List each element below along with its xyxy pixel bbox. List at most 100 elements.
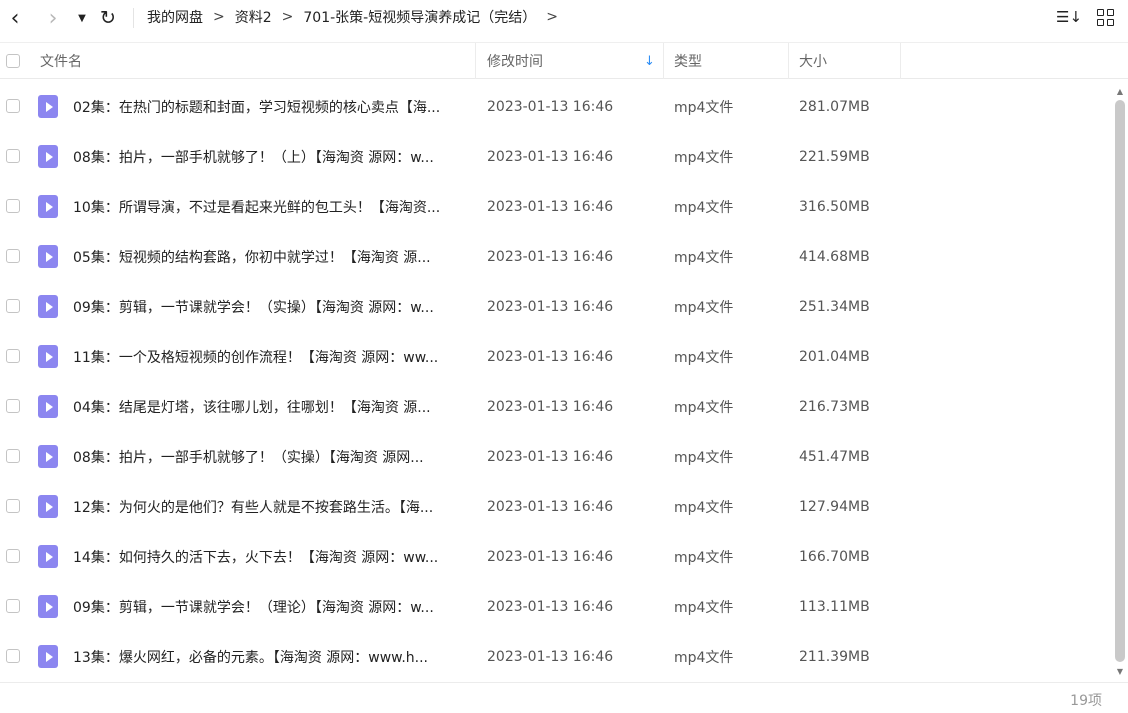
file-row[interactable]: 09集：剪辑，一节课就学会！（实操）【海淘资 源网：w... 2023-01-13… [0,282,1112,332]
file-name-text: 09集：剪辑，一节课就学会！（理论）【海淘资 源网：w... [73,600,434,616]
row-checkbox[interactable] [6,199,20,213]
video-file-icon [38,145,58,168]
file-name[interactable]: 04集：结尾是灯塔，该往哪儿划，往哪划！【海淘资 源... [73,382,468,432]
file-row[interactable]: 04集：结尾是灯塔，该往哪儿划，往哪划！【海淘资 源... 2023-01-13 … [0,382,1112,432]
breadcrumb-separator: > [546,9,558,25]
scroll-down-icon[interactable]: ▼ [1112,664,1128,678]
history-dropdown-icon[interactable]: ▼ [74,0,90,36]
file-modified-time: 2023-01-13 16:46 [487,399,614,415]
file-type: mp4文件 [674,400,734,416]
column-divider [900,43,901,79]
file-name-text: 02集：在热门的标题和封面，学习短视频的核心卖点【海... [73,100,441,116]
file-list: 02集：在热门的标题和封面，学习短视频的核心卖点【海... 2023-01-13 … [0,82,1112,682]
row-checkbox[interactable] [6,599,20,613]
file-type: mp4文件 [674,650,734,666]
file-name-text: 14集：如何持久的活下去，火下去！【海淘资 源网：ww... [73,550,439,566]
file-type: mp4文件 [674,100,734,116]
row-checkbox[interactable] [6,499,20,513]
file-row[interactable]: 13集：爆火网红，必备的元素。【海淘资 源网：www.h... 2023-01-1… [0,632,1112,682]
file-name-text: 08集：拍片，一部手机就够了！（实操）【海淘资 源网... [73,450,424,466]
row-checkbox[interactable] [6,399,20,413]
sort-icon[interactable]: ☰↓ [1056,6,1082,28]
file-row[interactable]: 08集：拍片，一部手机就够了！（上）【海淘资 源网：w... 2023-01-13… [0,132,1112,182]
column-name-header[interactable]: 文件名 [40,43,82,79]
column-type-header[interactable]: 类型 [674,43,702,79]
file-name[interactable]: 09集：剪辑，一节课就学会！（实操）【海淘资 源网：w... [73,282,468,332]
video-file-icon [38,395,58,418]
scrollbar-thumb[interactable] [1115,100,1125,662]
file-row[interactable]: 12集：为何火的是他们？有些人就是不按套路生活。【海... 2023-01-13 … [0,482,1112,532]
sort-desc-icon: ↓ [644,53,655,69]
file-modified-time: 2023-01-13 16:46 [487,549,614,565]
back-icon[interactable]: ‹ [4,0,26,36]
select-all-checkbox[interactable] [6,54,20,68]
file-name-text: 04集：结尾是灯塔，该往哪儿划，往哪划！【海淘资 源... [73,400,431,416]
breadcrumb: 我的网盘 > 资料2 > 701-张策-短视频导演养成记（完结） > [147,0,568,34]
file-name[interactable]: 09集：剪辑，一节课就学会！（理论）【海淘资 源网：w... [73,582,468,632]
row-checkbox[interactable] [6,299,20,313]
file-row[interactable]: 11集：一个及格短视频的创作流程！【海淘资 源网：ww... 2023-01-13… [0,332,1112,382]
row-checkbox[interactable] [6,649,20,663]
breadcrumb-item-current[interactable]: 701-张策-短视频导演养成记（完结） [303,7,536,27]
file-name-text: 11集：一个及格短视频的创作流程！【海淘资 源网：ww... [73,350,439,366]
file-modified-time: 2023-01-13 16:46 [487,149,614,165]
file-size: 316.50MB [799,199,870,215]
file-size: 113.11MB [799,599,870,615]
forward-icon[interactable]: › [42,0,64,36]
file-name[interactable]: 08集：拍片，一部手机就够了！（实操）【海淘资 源网... [73,432,468,482]
row-checkbox[interactable] [6,549,20,563]
file-name[interactable]: 05集：短视频的结构套路，你初中就学过！【海淘资 源... [73,232,468,282]
file-name[interactable]: 12集：为何火的是他们？有些人就是不按套路生活。【海... [73,482,468,532]
file-size: 451.47MB [799,449,870,465]
file-name[interactable]: 11集：一个及格短视频的创作流程！【海淘资 源网：ww... [73,332,468,382]
grid-view-icon[interactable] [1092,6,1118,28]
column-modified-header[interactable]: 修改时间 [487,43,543,79]
video-file-icon [38,245,58,268]
column-header: 文件名 修改时间 ↓ 类型 大小 [0,42,1128,79]
file-row[interactable]: 08集：拍片，一部手机就够了！（实操）【海淘资 源网... 2023-01-13 … [0,432,1112,482]
file-name[interactable]: 02集：在热门的标题和封面，学习短视频的核心卖点【海... [73,82,468,132]
file-type: mp4文件 [674,200,734,216]
file-type: mp4文件 [674,500,734,516]
row-checkbox[interactable] [6,449,20,463]
scroll-up-icon[interactable]: ▲ [1112,84,1128,98]
file-name[interactable]: 10集：所谓导演，不过是看起来光鲜的包工头！【海淘资... [73,182,468,232]
file-modified-time: 2023-01-13 16:46 [487,649,614,665]
file-size: 414.68MB [799,249,870,265]
file-row[interactable]: 02集：在热门的标题和封面，学习短视频的核心卖点【海... 2023-01-13 … [0,82,1112,132]
row-checkbox[interactable] [6,149,20,163]
file-size: 251.34MB [799,299,870,315]
file-name-text: 05集：短视频的结构套路，你初中就学过！【海淘资 源... [73,250,431,266]
footer-divider [0,682,1128,683]
file-type: mp4文件 [674,600,734,616]
file-row[interactable]: 14集：如何持久的活下去，火下去！【海淘资 源网：ww... 2023-01-13… [0,532,1112,582]
file-row[interactable]: 10集：所谓导演，不过是看起来光鲜的包工头！【海淘资... 2023-01-13 … [0,182,1112,232]
row-checkbox[interactable] [6,249,20,263]
file-name[interactable]: 08集：拍片，一部手机就够了！（上）【海淘资 源网：w... [73,132,468,182]
video-file-icon [38,345,58,368]
vertical-scrollbar[interactable]: ▲ ▼ [1112,82,1128,682]
video-file-icon [38,295,58,318]
file-row[interactable]: 09集：剪辑，一节课就学会！（理论）【海淘资 源网：w... 2023-01-13… [0,582,1112,632]
row-checkbox[interactable] [6,99,20,113]
breadcrumb-separator: > [213,9,225,25]
file-row[interactable]: 05集：短视频的结构套路，你初中就学过！【海淘资 源... 2023-01-13 … [0,232,1112,282]
toolbar: ‹ › ▼ ↻ 我的网盘 > 资料2 > 701-张策-短视频导演养成记（完结）… [0,0,1128,36]
file-modified-time: 2023-01-13 16:46 [487,299,614,315]
column-size-header[interactable]: 大小 [799,43,827,79]
breadcrumb-item-root[interactable]: 我的网盘 [147,7,203,27]
file-size: 127.94MB [799,499,870,515]
column-divider [663,43,664,79]
file-name[interactable]: 14集：如何持久的活下去，火下去！【海淘资 源网：ww... [73,532,468,582]
file-name[interactable]: 13集：爆火网红，必备的元素。【海淘资 源网：www.h... [73,632,468,682]
file-name-text: 08集：拍片，一部手机就够了！（上）【海淘资 源网：w... [73,150,434,166]
breadcrumb-item-folder[interactable]: 资料2 [235,7,272,27]
row-checkbox[interactable] [6,349,20,363]
refresh-icon[interactable]: ↻ [96,0,120,36]
item-count: 19项 [1070,693,1102,709]
file-modified-time: 2023-01-13 16:46 [487,249,614,265]
file-modified-time: 2023-01-13 16:46 [487,599,614,615]
video-file-icon [38,195,58,218]
file-size: 221.59MB [799,149,870,165]
file-modified-time: 2023-01-13 16:46 [487,199,614,215]
